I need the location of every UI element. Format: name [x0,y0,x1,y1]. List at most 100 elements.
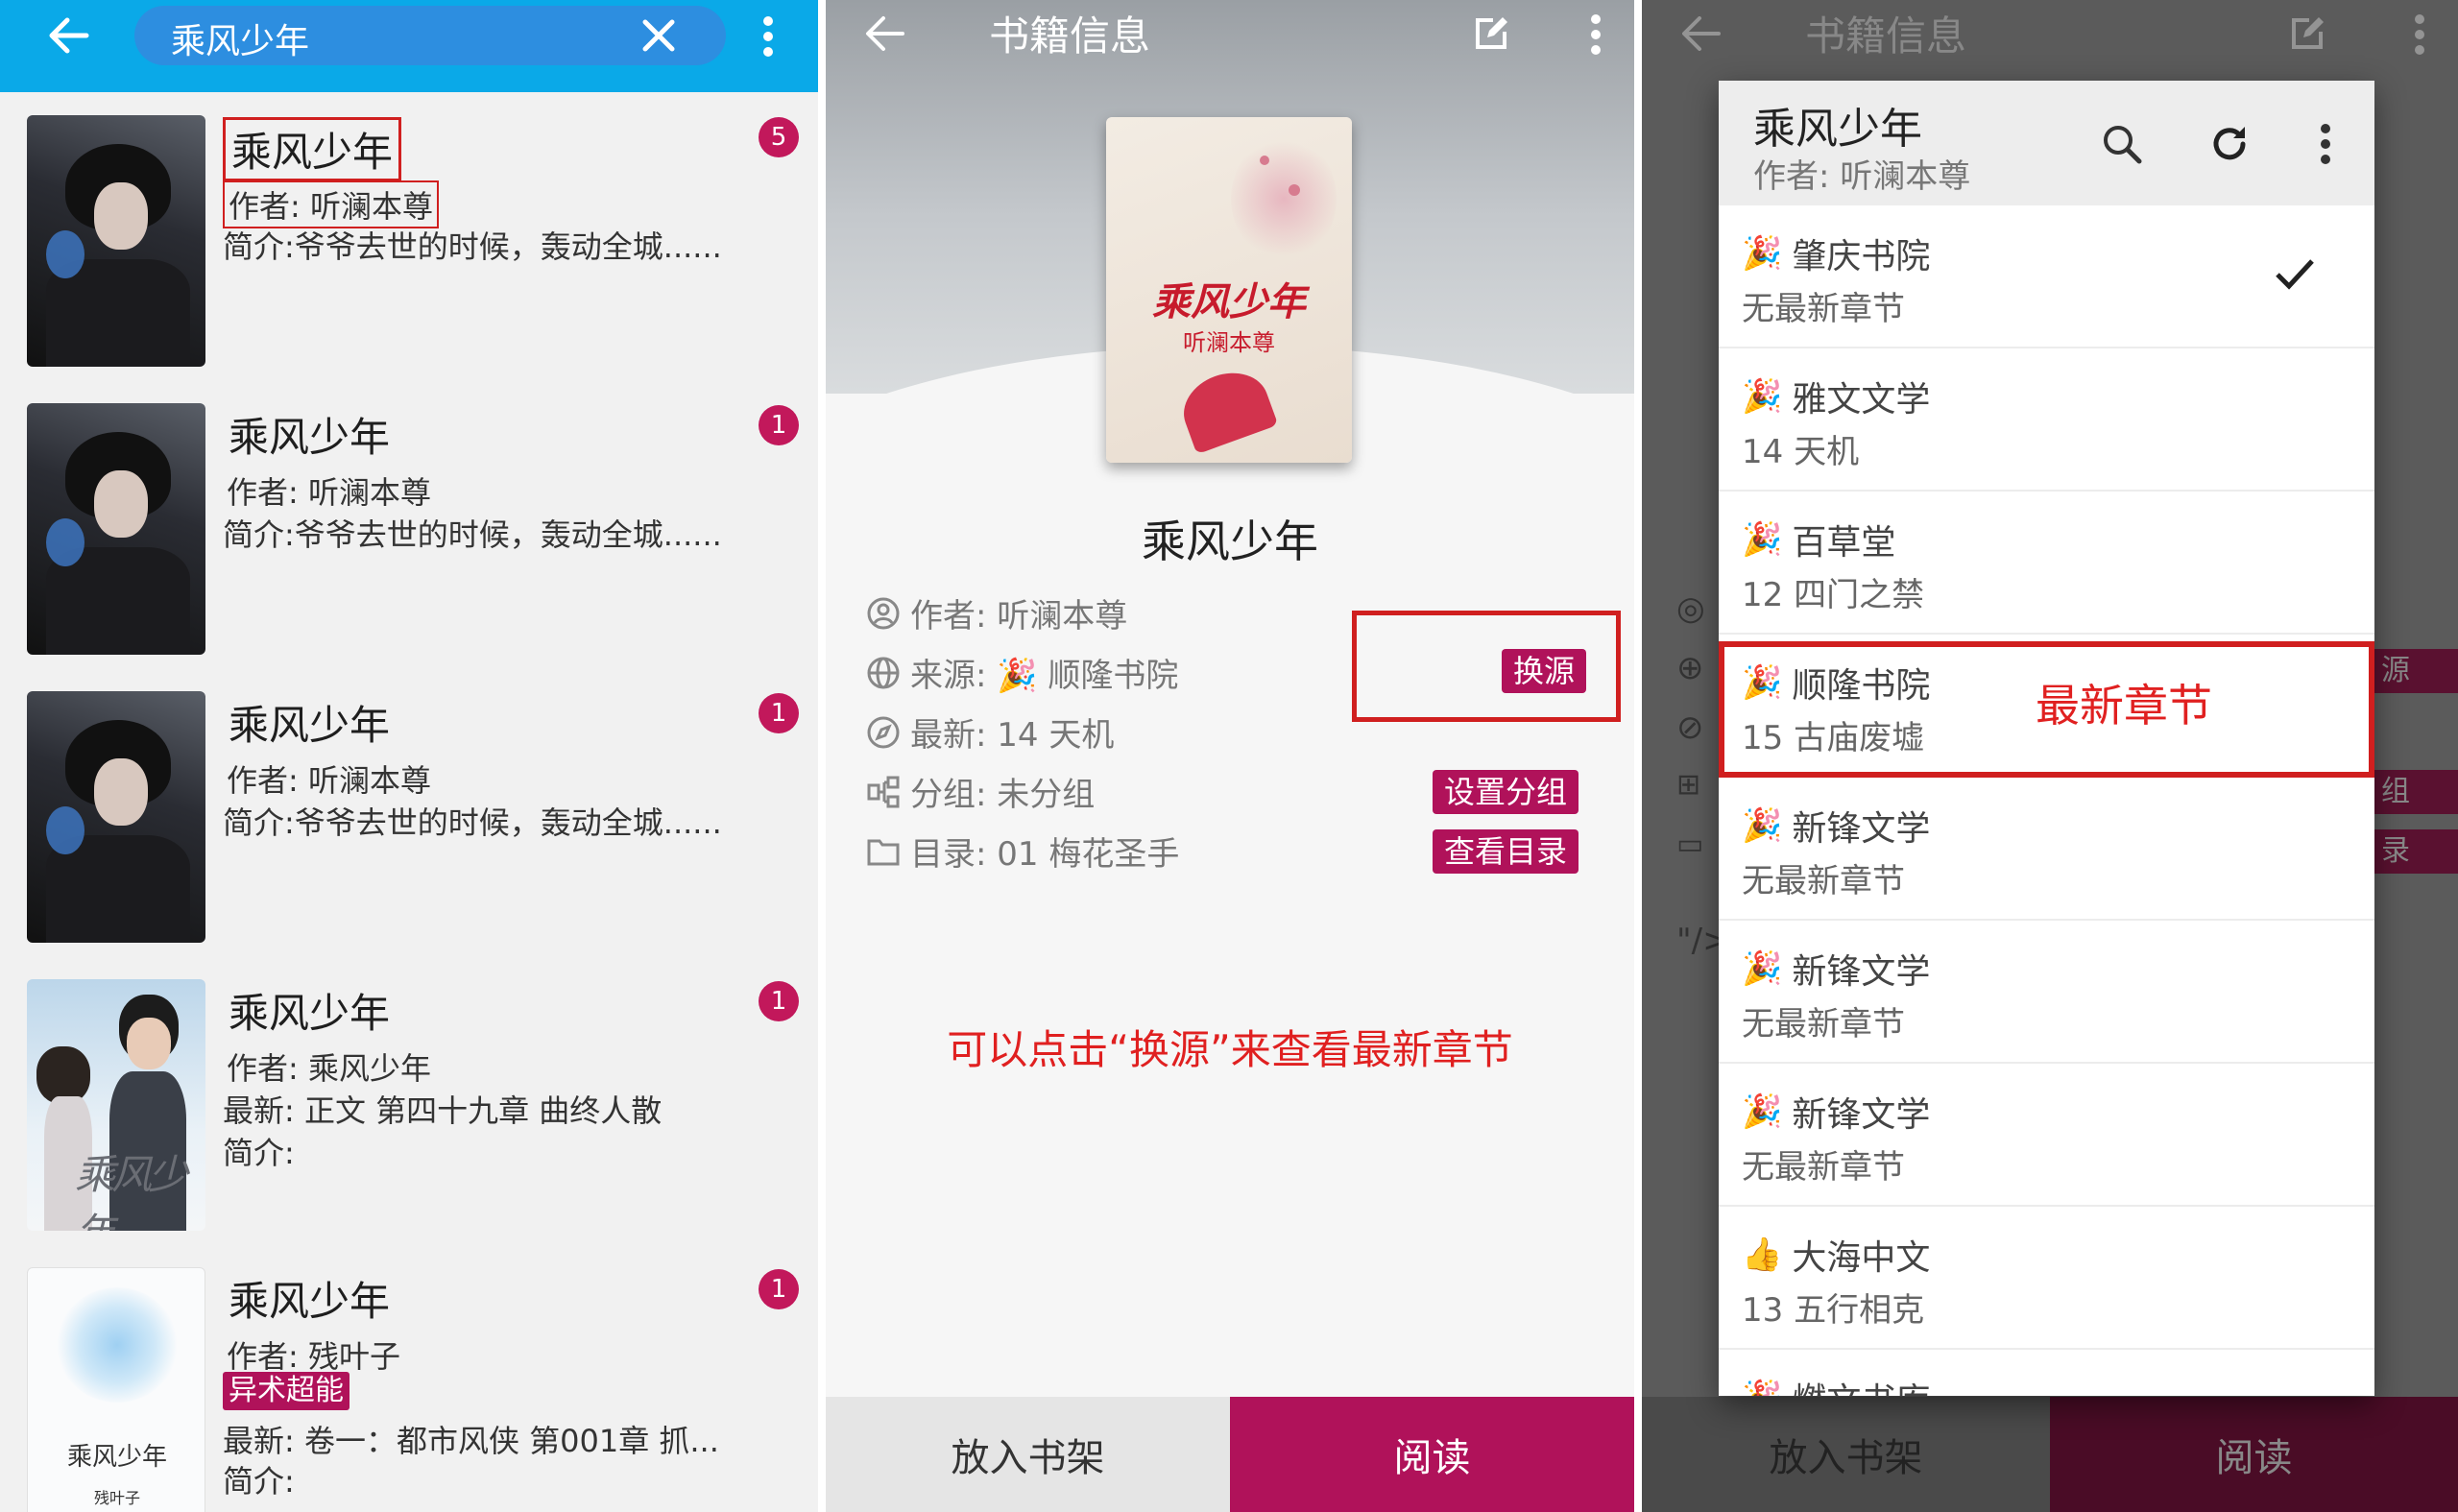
toc-text: 目录: 01 梅花圣手 [910,835,1180,874]
book-cover: 乘风少年 残叶子 [27,1267,205,1512]
change-source-button[interactable]: 换源 [1502,649,1587,693]
source-latest: 13 五行相克 [1742,1291,1925,1330]
list-item[interactable]: 乘风少年 残叶子 乘风少年 作者: 残叶子 异术超能 最新: 卷一：都市风侠 第… [0,1248,818,1512]
compass-icon [864,713,903,752]
cover-title: 乘风少年 [1152,280,1306,324]
cover-text: 乘风少年 [75,1151,188,1231]
set-group-button[interactable]: 设置分组 [1433,770,1579,814]
bg-source-button: 源 [2372,649,2458,693]
bg-person-icon: ◎ [1676,589,1705,628]
cover-text: 乘风少年 [66,1443,167,1472]
source-latest: 无最新章节 [1742,1148,1905,1187]
bg-toc-button: 录 [2372,829,2458,874]
search-results-screen: 乘风少年 乘风少年 作者: 听澜本尊 简介:爷爷去世的时候，轰动全城......… [0,0,818,1512]
bg-read-button: 阅读 [2050,1397,2458,1512]
book-latest: 最新: 正文 第四十九章 曲终人散 [223,1092,663,1129]
source-item[interactable]: 🎉 百草堂 12 四门之禁 [1719,492,2374,635]
source-name: 雅文文学 [1792,380,1931,420]
highlight-box [1719,641,2374,778]
source-name: 燃文书库 [1792,1373,1930,1396]
annotation-text: 可以点击“换源”来查看最新章节 [947,1026,1513,1073]
source-latest: 12 四门之禁 [1742,576,1925,614]
source-item[interactable]: 🎉 新锋文学 无最新章节 [1719,1064,2374,1207]
book-title: 乘风少年 [229,702,391,749]
source-name: 新锋文学 [1792,809,1931,849]
search-input[interactable]: 乘风少年 [171,13,309,63]
cover-author: 听澜本尊 [1183,329,1275,356]
check-icon [2270,250,2320,300]
latest-row: 最新: 14 天机 [864,708,1114,756]
book-title: 乘风少年 [223,117,402,181]
book-cover [27,403,205,655]
edit-icon[interactable] [1467,10,1515,58]
source-item[interactable]: 🎉 肇庆书院 无最新章节 [1719,205,2374,348]
author-row: 作者: 听澜本尊 [864,589,1127,636]
read-button[interactable]: 阅读 [1230,1397,1634,1512]
back-arrow-icon[interactable] [38,6,100,65]
book-title: 乘风少年 [229,990,391,1037]
search-icon[interactable] [2093,115,2151,173]
list-item[interactable]: 乘风少年 作者: 听澜本尊 简介:爷爷去世的时候，轰动全城...... 1 [0,672,818,960]
list-item[interactable]: 乘风少年 作者: 听澜本尊 简介:爷爷去世的时候，轰动全城...... 1 [0,384,818,672]
book-cover[interactable]: 乘风少年 听澜本尊 [1106,117,1352,463]
source-count-badge: 1 [759,981,799,1021]
source-latest: 无最新章节 [1742,290,1905,328]
more-vert-icon[interactable] [749,8,787,65]
dialog-author: 作者: 听澜本尊 [1753,157,1971,196]
group-row: 分组: 未分组 [864,768,1095,815]
party-icon: 🎉 [1742,377,1783,416]
more-vert-icon[interactable] [1577,8,1615,61]
source-row: 来源: 🎉 顺隆书院 [864,649,1178,696]
party-icon: 🎉 [1742,520,1783,559]
page-title: 书籍信息 [1805,12,1967,60]
group-text: 分组: 未分组 [910,776,1096,814]
book-cover [27,691,205,943]
person-icon [864,594,903,633]
edit-icon [2283,10,2331,58]
more-vert-icon[interactable] [2306,115,2345,173]
globe-icon [864,654,903,692]
author-text: 作者: 听澜本尊 [910,597,1128,636]
book-latest: 最新: 卷一：都市风侠 第001章 抓... [223,1423,719,1459]
book-cover [27,115,205,367]
source-name: 新锋文学 [1792,952,1931,992]
list-item[interactable]: 乘风少年 乘风少年 作者: 乘风少年 最新: 正文 第四十九章 曲终人散 简介:… [0,960,818,1248]
source-item[interactable]: 🎉 雅文文学 14 天机 [1719,348,2374,492]
bg-group-button: 组 [2372,770,2458,814]
bg-compass-icon: ⊘ [1676,708,1704,747]
dialog-title: 乘风少年 [1753,105,1922,154]
book-intro: 简介: [223,1135,295,1171]
search-toolbar: 乘风少年 [0,0,818,92]
view-toc-button[interactable]: 查看目录 [1433,829,1579,874]
list-item[interactable]: 乘风少年 作者: 听澜本尊 简介:爷爷去世的时候，轰动全城...... 5 [0,96,818,384]
source-item[interactable]: 🎉 燃文书库 [1719,1350,2374,1396]
bg-globe-icon: ⊕ [1676,649,1704,687]
source-item[interactable]: 🎉 新锋文学 无最新章节 [1719,921,2374,1064]
book-title: 乘风少年 [229,1278,391,1325]
source-item[interactable]: 🎉 新锋文学 无最新章节 [1719,778,2374,921]
book-intro: 简介:爷爷去世的时候，轰动全城...... [223,516,722,553]
book-title: 乘风少年 [229,414,391,461]
add-to-shelf-button[interactable]: 放入书架 [826,1397,1230,1512]
search-field[interactable]: 乘风少年 [134,6,726,65]
source-count-badge: 1 [759,1269,799,1309]
refresh-icon[interactable] [2201,115,2258,173]
source-name: 百草堂 [1792,523,1896,563]
book-author: 作者: 听澜本尊 [223,180,439,228]
book-name: 乘风少年 [1142,516,1318,567]
book-info-screen: 书籍信息 乘风少年 听澜本尊 乘风少年 作者: 听澜本尊 来源: 🎉 顺隆书院 … [826,0,1634,1512]
clear-icon[interactable] [634,12,684,60]
book-author: 作者: 乘风少年 [227,1050,431,1087]
source-name: 大海中文 [1792,1238,1931,1278]
source-count-badge: 1 [759,405,799,445]
source-latest: 无最新章节 [1742,1005,1905,1044]
back-arrow-icon[interactable] [855,8,916,60]
bg-group-icon: ⊞ [1676,768,1701,802]
source-item[interactable]: 👍 大海中文 13 五行相克 [1719,1207,2374,1350]
party-icon: 🎉 [1742,234,1783,273]
source-latest: 无最新章节 [1742,862,1905,900]
source-latest: 14 天机 [1742,433,1860,471]
book-author: 作者: 听澜本尊 [227,474,431,511]
party-icon: 🎉 [1742,806,1783,845]
change-source-screen: 书籍信息 ◎ ⊕ ⊘ ⊞ ▭ "/> 源 组 录 放入书架 阅读 乘风少年 作者… [1642,0,2458,1512]
